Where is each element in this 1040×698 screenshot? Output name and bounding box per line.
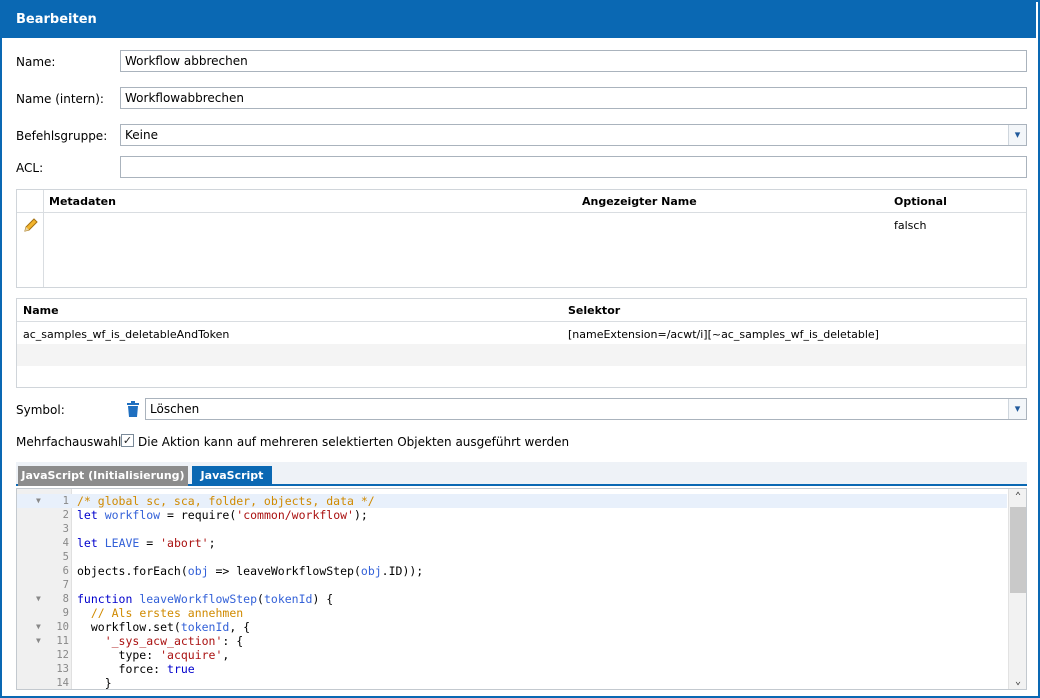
code-line: 7 (62, 579, 69, 591)
column-header-displayed-name[interactable]: Angezeigter Name (582, 195, 697, 208)
column-header-optional[interactable]: Optional (894, 195, 947, 208)
symbol-label: Symbol: (16, 403, 65, 417)
command-group-select[interactable]: Keine ▾ (120, 124, 1027, 146)
empty-row (17, 344, 1026, 366)
optional-cell: falsch (894, 219, 927, 232)
code-line: ▼ 8 function leaveWorkflowStep(tokenId) { (36, 592, 334, 606)
code-editor[interactable]: ▼ 1/* global sc, sca, folder, objects, da… (16, 488, 1027, 690)
multi-select-checkbox[interactable]: ✓ (121, 434, 134, 447)
multi-select-label: Mehrfachauswahl: (16, 435, 126, 449)
code-line: 9 // Als erstes annehmen (62, 606, 244, 620)
code-line: ▼ 10 workflow.set(tokenId, { (36, 620, 251, 634)
code-line: 2 let workflow = require('common/workflow… (62, 508, 368, 522)
scrollbar-thumb[interactable] (1010, 507, 1026, 593)
editor-scrollbar[interactable]: ⌃ ⌄ (1008, 489, 1026, 689)
scroll-up-icon[interactable]: ⌃ (1009, 491, 1026, 502)
scroll-down-icon[interactable]: ⌄ (1009, 676, 1026, 687)
code-line: 3 (62, 523, 69, 535)
symbol-value: Löschen (150, 402, 200, 416)
code-line: 6 objects.forEach(obj => leaveWorkflowSte… (62, 564, 424, 578)
name-field[interactable]: Workflow abbrechen (120, 50, 1027, 72)
intern-name-label: Name (intern): (16, 92, 104, 106)
metadata-table-header: Metadaten Angezeigter Name Optional (17, 190, 1026, 213)
code-line: 13 force: true (56, 662, 195, 676)
selector-name-cell: ac_samples_wf_is_deletableAndToken (23, 328, 230, 341)
column-header-metadaten[interactable]: Metadaten (49, 195, 116, 208)
multi-select-text: Die Aktion kann auf mehreren selektierte… (138, 435, 570, 449)
code-line: 4 let LEAVE = 'abort'; (62, 536, 216, 550)
name-label: Name: (16, 55, 56, 69)
selector-value-cell: [nameExtension=/acwt/i][~ac_samples_wf_i… (568, 328, 879, 341)
command-group-label: Befehlsgruppe: (16, 129, 108, 143)
tab-javascript-init[interactable]: JavaScript (Initialisierung) (18, 466, 188, 486)
dialog-title: Bearbeiten (0, 2, 1036, 38)
pencil-icon[interactable] (23, 217, 39, 236)
column-header-name[interactable]: Name (23, 304, 59, 317)
symbol-select[interactable]: Löschen ▾ (145, 398, 1027, 420)
tab-javascript[interactable]: JavaScript (192, 466, 272, 486)
acl-label: ACL: (16, 161, 44, 175)
intern-name-field[interactable]: Workflowabbrechen (120, 87, 1027, 109)
code-line: 5 (62, 551, 69, 563)
acl-field[interactable] (120, 156, 1027, 178)
column-header-selektor[interactable]: Selektor (568, 304, 620, 317)
code-line: ▼ 1/* global sc, sca, folder, objects, da… (17, 494, 1007, 508)
command-group-value: Keine (125, 128, 158, 142)
script-tabs: JavaScript (Initialisierung) JavaScript (16, 462, 1027, 486)
code-line: ▼ 11 '_sys_acw_action': { (36, 634, 244, 648)
trash-icon (126, 401, 140, 420)
code-line: 14 } (56, 676, 112, 690)
metadata-table: Metadaten Angezeigter Name Optional fals… (16, 189, 1027, 288)
chevron-down-icon[interactable]: ▾ (1008, 399, 1026, 419)
selector-table: Name Selektor ac_samples_wf_is_deletable… (16, 298, 1027, 388)
code-line: 12 type: 'acquire', (56, 648, 230, 662)
chevron-down-icon[interactable]: ▾ (1008, 125, 1026, 145)
selector-table-header: Name Selektor (17, 299, 1026, 322)
